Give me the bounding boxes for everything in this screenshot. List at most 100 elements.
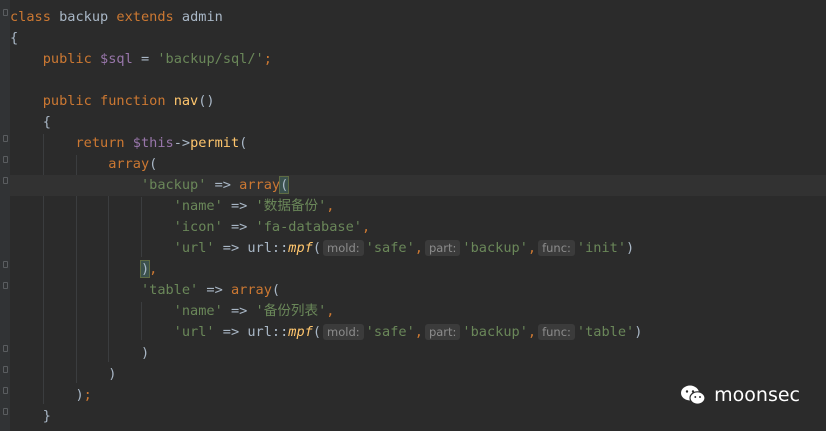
fold-marker-icon[interactable]	[3, 408, 8, 415]
code-token: ::	[271, 240, 289, 256]
parameter-hint: mold:	[323, 240, 364, 256]
code-token: public	[10, 51, 101, 67]
code-token: (	[279, 176, 290, 194]
code-line[interactable]: 'url' => url::mpf(mold:'safe', part:'back…	[10, 238, 826, 259]
fold-marker-icon[interactable]	[3, 156, 8, 163]
code-token: 'backup'	[462, 324, 528, 340]
code-line[interactable]: }	[10, 406, 826, 427]
code-token: =>	[214, 324, 248, 340]
wechat-icon	[681, 385, 706, 405]
code-token: (	[312, 324, 322, 340]
code-line[interactable]: )	[10, 343, 826, 364]
fold-marker-icon[interactable]	[3, 282, 8, 289]
matched-paren: )	[139, 260, 151, 278]
code-token: )	[10, 387, 84, 403]
code-token: 'safe'	[365, 324, 415, 340]
code-token: =	[132, 51, 158, 67]
parameter-hint: part:	[424, 240, 461, 256]
code-line[interactable]: 'name' => '备份列表',	[10, 301, 826, 322]
editor-gutter	[0, 0, 10, 431]
fold-marker-icon[interactable]	[3, 345, 8, 352]
code-line[interactable]: public function nav()	[10, 91, 826, 112]
code-token: $sql	[100, 51, 133, 67]
text-cursor	[288, 177, 290, 193]
code-token: 'backup'	[462, 240, 528, 256]
code-token: ;	[263, 51, 272, 67]
code-token: ,	[527, 324, 537, 340]
code-token: ),	[139, 260, 158, 278]
code-line[interactable]: class backup extends admin	[10, 7, 826, 28]
code-token: {	[10, 114, 51, 130]
code-token: ,	[414, 240, 423, 256]
code-token: 'name'	[10, 198, 223, 214]
code-line[interactable]: {	[10, 28, 826, 49]
code-token: =>	[214, 240, 248, 256]
code-token: mpf	[288, 324, 313, 340]
code-token: (	[239, 135, 248, 151]
fold-marker-icon[interactable]	[3, 387, 8, 394]
code-token: ,	[326, 198, 335, 214]
code-line[interactable]	[10, 70, 826, 91]
fold-marker-icon[interactable]	[3, 135, 8, 142]
code-token: array	[231, 282, 272, 298]
code-token: url	[247, 324, 272, 340]
code-token: 'table'	[10, 282, 199, 298]
parameter-hint: part:	[424, 324, 461, 340]
code-token: 'url'	[10, 240, 215, 256]
code-line[interactable]: 'url' => url::mpf(mold:'safe', part:'back…	[10, 322, 826, 343]
code-token: backup	[59, 9, 117, 25]
code-line[interactable]: array(	[10, 154, 826, 175]
code-token: =>	[198, 282, 231, 298]
fold-marker-icon[interactable]	[3, 9, 8, 16]
code-token: )	[10, 345, 150, 361]
code-token: (	[271, 282, 281, 298]
code-token: 'safe'	[365, 240, 415, 256]
code-token: ,	[326, 303, 335, 319]
code-token: }	[10, 408, 51, 424]
code-token: array	[10, 156, 150, 172]
code-token: permit	[190, 135, 240, 151]
code-token: =>	[206, 177, 240, 193]
code-token: '数据备份'	[255, 198, 327, 214]
code-token: 'icon'	[10, 219, 223, 235]
parameter-hint: func:	[538, 324, 575, 340]
fold-marker-icon[interactable]	[3, 366, 8, 373]
code-token: array	[239, 177, 281, 193]
code-token: (	[149, 156, 158, 172]
code-editor[interactable]: class backup extends admin { public $sql …	[0, 0, 826, 431]
code-line[interactable]: {	[10, 112, 826, 133]
code-line[interactable]: 'backup' => array(	[10, 175, 826, 196]
fold-marker-icon[interactable]	[3, 261, 8, 268]
code-token: nav	[173, 93, 199, 109]
code-line[interactable]: ),	[10, 259, 826, 280]
code-token: ,	[414, 324, 423, 340]
parameter-hint: mold:	[323, 324, 364, 340]
code-line[interactable]: 'table' => array(	[10, 280, 826, 301]
code-token: extends	[116, 9, 182, 25]
code-token: 'table'	[576, 324, 635, 340]
code-token: $this	[132, 135, 174, 151]
code-line[interactable]: 'icon' => 'fa-database',	[10, 217, 826, 238]
code-token: )	[10, 366, 117, 382]
fold-marker-icon[interactable]	[3, 177, 8, 184]
code-token: =>	[222, 198, 256, 214]
code-token: 'name'	[10, 303, 223, 319]
watermark: moonsec	[680, 384, 800, 406]
code-token: ->	[173, 135, 191, 151]
code-line[interactable]: )	[10, 364, 826, 385]
code-line[interactable]: public $sql = 'backup/sql/';	[10, 49, 826, 70]
code-token: '备份列表'	[255, 303, 327, 319]
code-token: )	[634, 324, 643, 340]
code-line[interactable]: 'name' => '数据备份',	[10, 196, 826, 217]
code-token: admin	[181, 9, 223, 25]
code-token: url	[247, 240, 272, 256]
code-token: )	[626, 240, 635, 256]
code-token: 'url'	[10, 324, 215, 340]
code-token: ,	[527, 240, 537, 256]
code-token: 'backup'	[10, 177, 207, 193]
code-token: ::	[271, 324, 289, 340]
code-token: 'backup/sql/'	[157, 51, 264, 67]
code-token: return	[10, 135, 133, 151]
code-line[interactable]: return $this->permit(	[10, 133, 826, 154]
code-token: mpf	[288, 240, 313, 256]
